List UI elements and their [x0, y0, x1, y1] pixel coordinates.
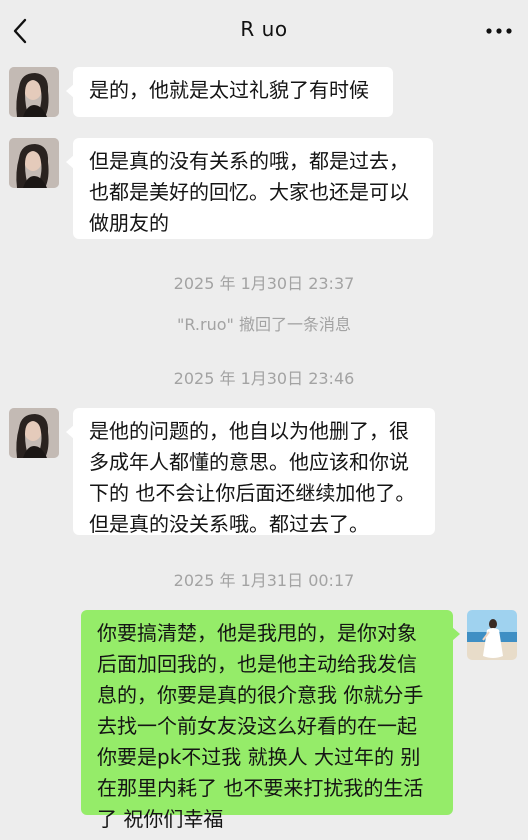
outgoing-message[interactable]: 你要搞清楚，他是我甩的，是你对象 后面加回我的，也是他主动给我发信 息的，你要是… [81, 610, 460, 831]
chat-header: R uo [0, 0, 528, 62]
chat-title: R uo [240, 17, 288, 41]
message-text: 去找一个前女友没这么好看的在一起 [97, 714, 417, 738]
contact-avatar[interactable] [9, 138, 59, 188]
message-text: 但是真的没有关系的哦，都是过去， [89, 149, 409, 173]
incoming-message[interactable]: 是的，他就是太过礼貌了有时候 [66, 67, 393, 117]
my-avatar[interactable] [467, 610, 517, 660]
message-text: 是他的问题的，他自以为他删了，很 [89, 419, 409, 443]
message-text: 你要是pk不过我 就换人 大过年的 别 [97, 745, 421, 769]
recall-notice: "R.ruo" 撤回了一条消息 [177, 315, 351, 334]
message-text: 息的，你要是真的很介意我 你就分手 [97, 683, 424, 707]
message-text: 后面加回我的，也是他主动给我发信 [97, 652, 417, 676]
message-text: 在那里内耗了 也不要来打扰我的生活 [97, 776, 424, 800]
more-button[interactable] [484, 18, 514, 44]
message-text: 了 祝你们幸福 [97, 807, 224, 831]
message-text: 但是真的没关系哦。都过去了。 [89, 512, 369, 536]
message-text: 你要搞清楚，他是我甩的，是你对象 [97, 621, 417, 645]
incoming-message[interactable]: 是他的问题的，他自以为他删了，很 多成年人都懂的意思。他应该和你说 下的 也不会… [66, 408, 435, 536]
incoming-message[interactable]: 但是真的没有关系的哦，都是过去， 也都是美好的回忆。大家也还是可以 做朋友的 [66, 138, 433, 239]
contact-avatar[interactable] [9, 67, 59, 117]
timestamp: 2025 年 1月31日 00:17 [173, 571, 355, 590]
timestamp: 2025 年 1月30日 23:37 [173, 274, 355, 293]
more-horizontal-icon [486, 28, 512, 34]
message-text: 是的，他就是太过礼貌了有时候 [89, 78, 369, 102]
message-text: 也都是美好的回忆。大家也还是可以 [89, 180, 409, 204]
message-text: 下的 也不会让你后面还继续加他了。 [89, 481, 416, 505]
timestamp: 2025 年 1月30日 23:46 [173, 369, 355, 388]
message-text: 做朋友的 [89, 211, 169, 235]
message-text: 多成年人都懂的意思。他应该和你说 [89, 450, 409, 474]
contact-avatar[interactable] [9, 408, 59, 458]
